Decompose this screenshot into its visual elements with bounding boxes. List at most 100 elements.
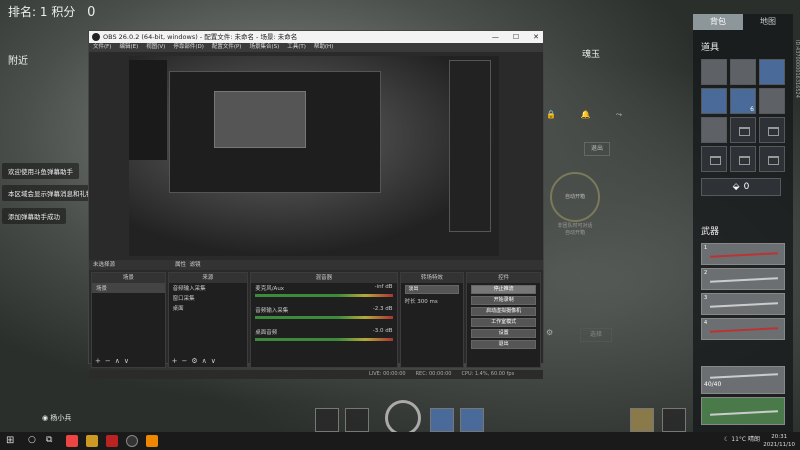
volume-meter[interactable] [255, 316, 393, 319]
empty-slot[interactable] [730, 117, 756, 143]
controls-dock: 控件 停止推流 开始录制 启动虚拟摄像机 工作室模式 设置 退出 [466, 272, 542, 368]
empty-slot[interactable] [730, 146, 756, 172]
filters-button[interactable]: 滤镜 [190, 262, 201, 268]
menu-file[interactable]: 文件(F) [93, 43, 111, 52]
player-name-tag: ◉ 杨小兵 [42, 413, 71, 423]
ultimate-skill[interactable] [385, 400, 421, 436]
start-recording-button[interactable]: 开始录制 [471, 296, 537, 305]
transitions-dock: 转场特效 淡出 时长 300 ms [399, 272, 465, 368]
item-slot[interactable] [701, 88, 727, 114]
obs-preview[interactable] [129, 56, 499, 256]
start-icon[interactable]: ⊞ [6, 435, 18, 447]
obs-window[interactable]: OBS 26.0.2 (64-bit, windows) - 配置文件: 未命名… [88, 30, 544, 379]
score-value: 0 [87, 5, 96, 20]
obs-menubar: 文件(F) 编辑(E) 视图(V) 停靠部件(D) 配置文件(P) 场景集合(S… [89, 43, 543, 52]
settings-button[interactable]: 设置 [471, 329, 537, 338]
task-view-icon[interactable]: ⧉ [46, 435, 58, 447]
weapons-title: 武器 [701, 227, 720, 237]
source-item[interactable]: 窗口采集 [169, 293, 248, 303]
menu-view[interactable]: 视图(V) [146, 43, 165, 52]
buff-slot [662, 408, 686, 432]
weapon-slot[interactable]: 1 [701, 243, 785, 265]
item-slot[interactable] [730, 59, 756, 85]
duration-field[interactable]: 300 ms [417, 299, 437, 305]
menu-edit[interactable]: 编辑(E) [119, 43, 138, 52]
weapon-slot[interactable]: 2 [701, 268, 785, 290]
lock-icon[interactable]: 🔒 [546, 110, 556, 120]
sources-dock: 来源 音频输入采集 窗口采集 桌面 +−⚙∧∨ [167, 272, 249, 368]
exit-button[interactable]: 退出 [471, 340, 537, 349]
chat-message: 欢迎使用斗鱼弹幕助手 [2, 163, 79, 179]
menu-scene-collection[interactable]: 场景集合(S) [249, 43, 279, 52]
empty-slot[interactable] [701, 146, 727, 172]
transition-select[interactable]: 淡出 [404, 285, 460, 294]
search-icon[interactable]: ○ [28, 435, 40, 447]
volume-meter[interactable] [255, 294, 393, 297]
item-slot[interactable] [759, 59, 785, 85]
virtual-camera-button[interactable]: 启动虚拟摄像机 [471, 307, 537, 316]
sources-title: 来源 [168, 273, 248, 283]
app-icon[interactable] [66, 435, 78, 447]
app-icon[interactable] [146, 435, 158, 447]
share-icon[interactable]: ⤳ [616, 110, 622, 120]
taskbar-clock[interactable]: 20:31 2021/11/10 [763, 433, 795, 449]
item-quickslot[interactable] [460, 408, 484, 432]
confirm-button[interactable]: 选择 [580, 328, 612, 342]
track-name: 音频输入采集 [255, 308, 289, 314]
source-item[interactable]: 桌面 [169, 303, 248, 313]
menu-docks[interactable]: 停靠部件(D) [173, 43, 204, 52]
maximize-icon[interactable]: ☐ [513, 31, 519, 43]
skill-slot[interactable] [345, 408, 369, 432]
weapon-slot[interactable]: 3 [701, 293, 785, 315]
source-controls[interactable]: +−⚙∧∨ [172, 357, 220, 365]
item-slot[interactable] [701, 117, 727, 143]
item-slot[interactable] [701, 59, 727, 85]
studio-mode-button[interactable]: 工作室模式 [471, 318, 537, 327]
durability: 40/40 [704, 381, 722, 388]
app-icon[interactable] [106, 435, 118, 447]
track-db: -2.3 dB [372, 306, 393, 312]
bell-icon[interactable]: 🔔 [581, 110, 591, 120]
mixer-title: 混音器 [251, 273, 397, 283]
empty-slot[interactable] [759, 117, 785, 143]
obs-titlebar[interactable]: OBS 26.0.2 (64-bit, windows) - 配置文件: 未命名… [89, 31, 543, 43]
items-grid: 6 [701, 59, 793, 172]
close-icon[interactable]: ✕ [533, 31, 539, 43]
skill-slot[interactable] [315, 408, 339, 432]
menu-tools[interactable]: 工具(T) [287, 43, 306, 52]
weapon-slot[interactable]: 4 [701, 318, 785, 340]
volume-meter[interactable] [255, 338, 393, 341]
track-db: -inf dB [374, 284, 393, 290]
inventory-panel: 背包 地图 道具 6 ⬙ 0 武器 1 2 3 4 40/40 [693, 14, 793, 432]
tab-backpack[interactable]: 背包 [693, 14, 743, 30]
weather-tray[interactable]: ☾ 11°C 晴朗 [724, 434, 760, 443]
stop-stream-button[interactable]: 停止推流 [471, 285, 537, 294]
scene-controls[interactable]: +−∧∨ [95, 357, 133, 365]
obs-taskbar-icon[interactable] [126, 435, 138, 447]
obs-statusbar: LIVE: 00:00:00 REC: 00:00:00 CPU: 1.4%, … [89, 370, 543, 379]
empty-slot[interactable] [759, 146, 785, 172]
gear-icon[interactable]: ⚙ [546, 328, 553, 337]
minimize-icon[interactable]: — [492, 31, 499, 43]
obs-docks: 场景 场景 +−∧∨ 来源 音频输入采集 窗口采集 桌面 +−⚙∧∨ 混音器 麦… [89, 270, 543, 370]
properties-button[interactable]: 属性 [175, 262, 186, 268]
menu-help[interactable]: 帮助(H) [314, 43, 333, 52]
app-icon[interactable] [86, 435, 98, 447]
menu-profile[interactable]: 配置文件(P) [212, 43, 242, 52]
nearby-label: 附近 [8, 56, 28, 67]
weather-text: 11°C 晴朗 [731, 436, 760, 443]
exit-button[interactable]: 退出 [584, 142, 610, 156]
item-quickslot[interactable] [430, 408, 454, 432]
live-time: LIVE: 00:00:00 [369, 371, 406, 377]
item-slot[interactable]: 6 [730, 88, 756, 114]
auto-open-button[interactable]: 自动开箱 [550, 172, 600, 222]
tab-map[interactable]: 地图 [743, 14, 793, 30]
equipped-bow[interactable] [701, 397, 785, 425]
item-slot[interactable] [759, 88, 785, 114]
equipped-weapon[interactable]: 40/40 [701, 366, 785, 394]
source-item[interactable]: 音频输入采集 [169, 283, 248, 293]
cpu-fps: CPU: 1.4%, 60.00 fps [461, 371, 515, 377]
chat-message: 添加弹幕助手成功 [2, 208, 66, 224]
clock-date: 2021/11/10 [763, 442, 795, 448]
scene-item[interactable]: 场景 [92, 283, 165, 293]
